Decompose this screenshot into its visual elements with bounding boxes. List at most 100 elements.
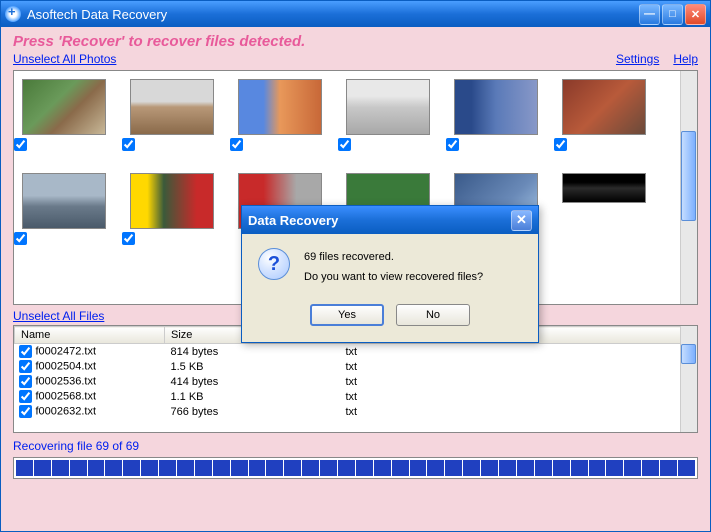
col-name[interactable]: Name [15,327,165,344]
photo-scrollbar-thumb[interactable] [681,131,696,221]
progress-block [678,460,695,476]
dialog-body: ? 69 files recovered. Do you want to vie… [242,234,538,342]
file-scrollbar-thumb[interactable] [681,344,696,364]
file-checkbox[interactable] [19,345,32,358]
file-checkbox[interactable] [19,405,32,418]
no-button[interactable]: No [396,304,470,326]
photo-thumb[interactable] [238,79,322,155]
table-row[interactable]: f0002568.txt1.1 KBtxt [15,389,697,404]
thumbnail-image[interactable] [22,173,106,229]
dialog-line2: Do you want to view recovered files? [304,268,483,288]
photo-thumb[interactable] [22,173,106,249]
file-name: f0002472.txt [36,345,97,357]
progress-block [374,460,391,476]
file-name: f0002632.txt [36,405,97,417]
progress-block [302,460,319,476]
progress-block [410,460,427,476]
photo-checkbox[interactable] [14,138,27,151]
progress-block [535,460,552,476]
file-name: f0002568.txt [36,390,97,402]
photo-thumb[interactable] [454,79,538,155]
dialog-close-button[interactable]: ✕ [511,210,532,231]
unselect-photos-link[interactable]: Unselect All Photos [13,52,116,66]
file-size: 414 bytes [165,374,340,389]
progress-block [463,460,480,476]
table-row[interactable]: f0002504.txt1.5 KBtxt [15,359,697,374]
photo-checkbox[interactable] [338,138,351,151]
progress-block [123,460,140,476]
progress-block [320,460,337,476]
photo-checkbox[interactable] [122,138,135,151]
file-name: f0002536.txt [36,375,97,387]
right-links: Settings Help [616,52,698,66]
file-scrollbar[interactable] [680,326,697,432]
progress-block [195,460,212,476]
dialog: Data Recovery ✕ ? 69 files recovered. Do… [241,205,539,343]
progress-block [249,460,266,476]
minimize-button[interactable]: — [639,4,660,25]
photo-thumb[interactable] [346,79,430,155]
close-button[interactable]: ✕ [685,4,706,25]
thumbnail-image[interactable] [22,79,106,135]
progress-bar [13,457,698,479]
table-row[interactable]: f0002472.txt814 bytestxt [15,344,697,360]
thumbnail-image[interactable] [454,79,538,135]
progress-block [213,460,230,476]
photo-thumb[interactable] [130,79,214,155]
photo-checkbox[interactable] [554,138,567,151]
photo-thumb[interactable] [22,79,106,155]
photo-checkbox[interactable] [122,232,135,245]
photo-thumb[interactable] [562,173,646,213]
thumbnail-image[interactable] [562,173,646,203]
progress-block [445,460,462,476]
progress-block [338,460,355,476]
file-checkbox[interactable] [19,375,32,388]
thumbnail-image[interactable] [346,79,430,135]
yes-button[interactable]: Yes [310,304,384,326]
progress-block [517,460,534,476]
file-ext: txt [340,374,490,389]
window-title: Asoftech Data Recovery [27,7,639,22]
app-window: Asoftech Data Recovery — □ ✕ Press 'Reco… [0,0,711,532]
table-row[interactable]: f0002536.txt 414 bytestxt [15,374,697,389]
photo-checkbox[interactable] [230,138,243,151]
progress-block [642,460,659,476]
settings-link[interactable]: Settings [616,52,659,66]
photo-checkbox[interactable] [446,138,459,151]
file-size: 1.1 KB [165,389,340,404]
photo-scrollbar[interactable] [680,71,697,304]
thumbnail-image[interactable] [130,79,214,135]
status-text: Recovering file 69 of 69 [13,439,698,453]
file-name: f0002504.txt [36,360,97,372]
progress-block [88,460,105,476]
dialog-buttons: Yes No [258,304,522,326]
thumbnail-image[interactable] [238,79,322,135]
progress-block [159,460,176,476]
table-row[interactable]: f0002632.txt766 bytestxt [15,404,697,419]
help-link[interactable]: Help [673,52,698,66]
thumbnail-image[interactable] [562,79,646,135]
progress-block [284,460,301,476]
dialog-text: 69 files recovered. Do you want to view … [304,248,483,288]
file-ext: txt [340,404,490,419]
progress-block [589,460,606,476]
progress-block [177,460,194,476]
file-checkbox[interactable] [19,390,32,403]
unselect-files-link[interactable]: Unselect All Files [13,309,104,323]
photo-thumb[interactable] [562,79,646,155]
top-link-row: Unselect All Photos Settings Help [13,52,698,66]
photo-checkbox[interactable] [14,232,27,245]
progress-block [266,460,283,476]
photo-thumb[interactable] [130,173,214,249]
maximize-button[interactable]: □ [662,4,683,25]
thumbnail-image[interactable] [130,173,214,229]
instruction-text: Press 'Recover' to recover files detecte… [13,33,698,50]
progress-block [481,460,498,476]
dialog-titlebar: Data Recovery ✕ [242,206,538,234]
file-checkbox[interactable] [19,360,32,373]
progress-block [624,460,641,476]
dialog-message-row: ? 69 files recovered. Do you want to vie… [258,248,522,288]
progress-block [427,460,444,476]
titlebar: Asoftech Data Recovery — □ ✕ [1,1,710,27]
file-size: 1.5 KB [165,359,340,374]
